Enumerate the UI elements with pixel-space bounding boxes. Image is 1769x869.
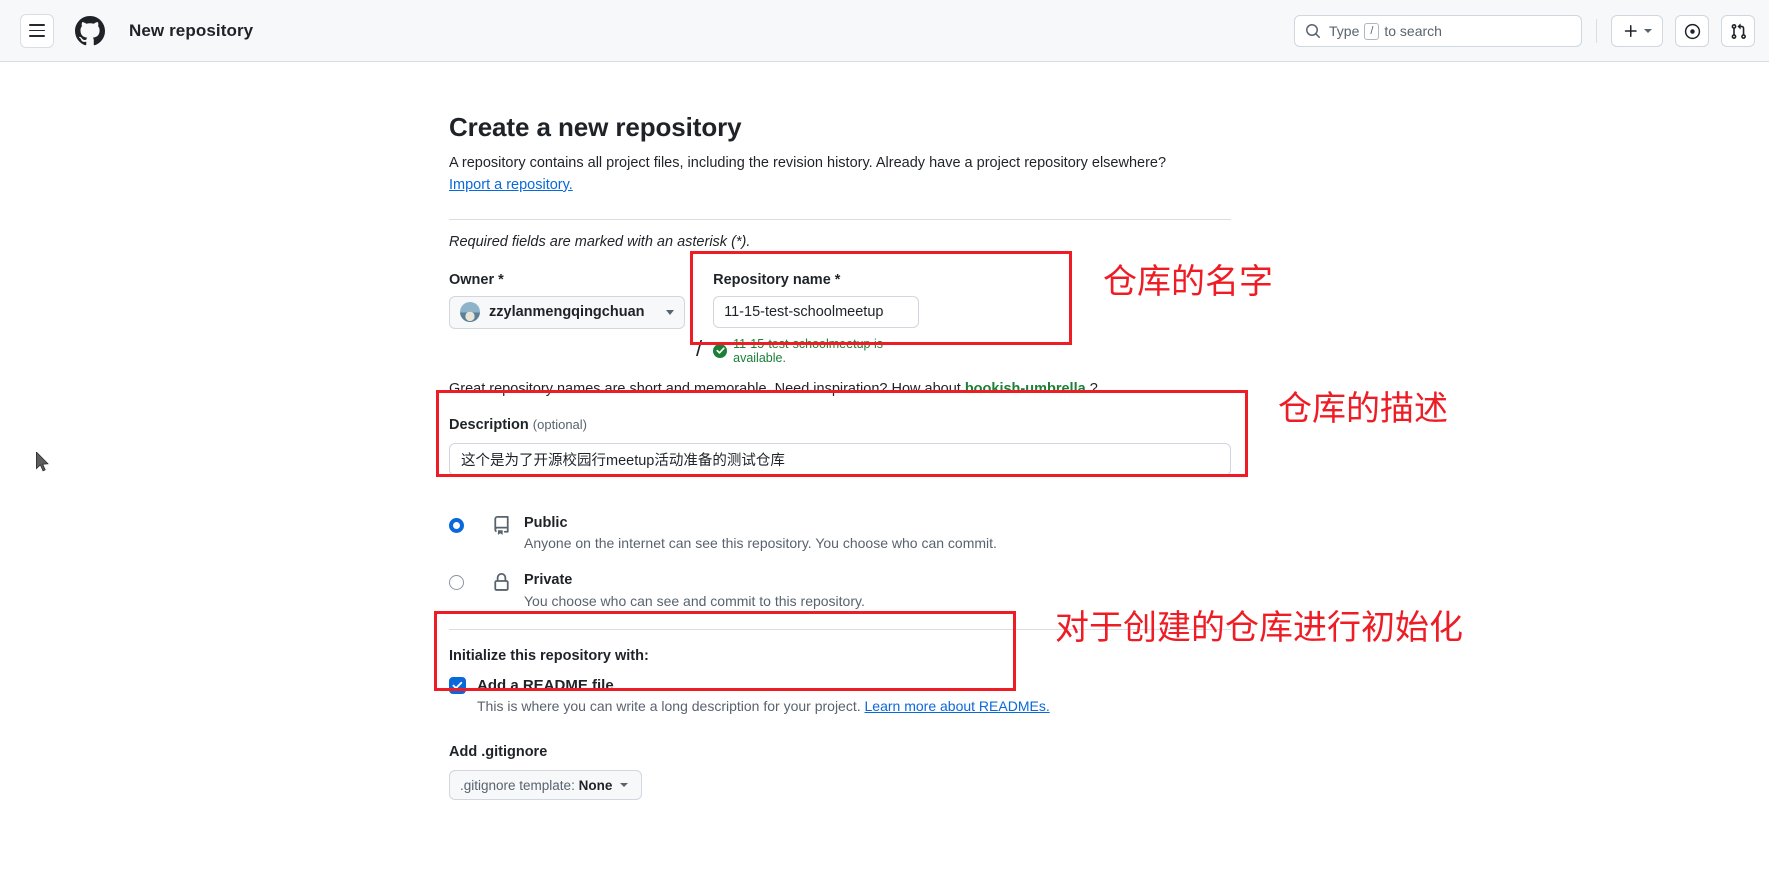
gitignore-template-select[interactable]: .gitignore template: None	[449, 770, 642, 801]
owner-select[interactable]: zzylanmengqingchuan	[449, 295, 685, 329]
visibility-public-desc: Anyone on the internet can see this repo…	[524, 535, 997, 552]
import-repository-link[interactable]: Import a repository.	[449, 177, 573, 193]
avatar	[460, 302, 480, 322]
radio-private[interactable]	[449, 575, 464, 591]
github-new-repository-page: New repository Type / to search Create a…	[0, 0, 1769, 869]
visibility-public-title: Public	[524, 514, 568, 531]
search-placeholder-prefix: Type	[1329, 23, 1360, 39]
suggested-name[interactable]: bookish-umbrella	[965, 381, 1086, 397]
repo-icon	[490, 514, 512, 535]
description-field: Description (optional) 这个是为了开源校园行meetup活…	[449, 417, 1231, 476]
readme-row[interactable]: Add a README file	[449, 677, 1231, 695]
issue-opened-icon	[1684, 23, 1700, 39]
description-label-text: Description	[449, 416, 529, 433]
initialize-section: Initialize this repository with: Add a R…	[449, 648, 1231, 714]
hint-suffix: ?	[1089, 380, 1098, 397]
owner-label: Owner *	[449, 271, 504, 288]
mouse-cursor	[36, 452, 49, 472]
chevron-down-icon	[1643, 29, 1652, 33]
visibility-options: Public Anyone on the internet can see th…	[449, 514, 1231, 609]
app-header: New repository Type / to search	[0, 0, 1769, 62]
issues-button[interactable]	[1675, 15, 1709, 47]
owner-value: zzylanmengqingchuan	[489, 304, 645, 320]
search-placeholder-suffix: to search	[1384, 23, 1442, 39]
repository-name-availability: 11-15-test-schoolmeetup is available.	[713, 337, 923, 365]
readme-description: This is where you can write a long descr…	[477, 698, 1231, 714]
repository-name-label: Repository name *	[713, 271, 841, 288]
header-divider	[1596, 19, 1597, 43]
owner-and-name-row: Owner * zzylanmengqingchuan / Repository…	[449, 272, 1231, 365]
pull-requests-button[interactable]	[1721, 15, 1755, 47]
readme-description-text: This is where you can write a long descr…	[477, 698, 861, 715]
readme-learn-more-link[interactable]: Learn more about READMEs.	[865, 698, 1050, 714]
annotation-label-description: 仓库的描述	[1278, 389, 1448, 429]
search-placeholder: Type / to search	[1329, 22, 1442, 40]
form-subtitle: A repository contains all project files,…	[449, 153, 1231, 197]
checkbox-add-readme[interactable]	[449, 677, 466, 695]
visibility-public-text: Public Anyone on the internet can see th…	[524, 514, 997, 552]
divider-2	[449, 629, 1231, 631]
description-input[interactable]: 这个是为了开源校园行meetup活动准备的测试仓库	[449, 442, 1231, 476]
initialize-label: Initialize this repository with:	[449, 648, 649, 665]
hamburger-menu-icon[interactable]	[20, 13, 54, 48]
chevron-down-icon	[666, 309, 674, 315]
visibility-option-private[interactable]: Private You choose who can see and commi…	[449, 571, 1231, 609]
plus-icon	[1624, 25, 1637, 37]
hint-prefix: Great repository names are short and mem…	[449, 380, 961, 397]
lock-icon	[490, 571, 512, 592]
required-fields-note: Required fields are marked with an aster…	[449, 233, 751, 250]
availability-text: 11-15-test-schoolmeetup is available.	[733, 336, 883, 365]
owner-name-separator: /	[696, 335, 703, 361]
owner-field: Owner * zzylanmengqingchuan	[449, 272, 685, 329]
create-new-button[interactable]	[1611, 15, 1663, 47]
chevron-down-icon	[620, 783, 629, 788]
visibility-private-text: Private You choose who can see and commi…	[524, 571, 865, 609]
gitignore-value: None	[578, 777, 613, 793]
search-slash-key: /	[1364, 22, 1380, 40]
visibility-private-title: Private	[524, 572, 573, 589]
header-actions: Type / to search	[1294, 0, 1769, 62]
gitignore-section: Add .gitignore .gitignore template: None	[449, 744, 1231, 801]
visibility-private-desc: You choose who can see and commit to thi…	[524, 593, 865, 610]
description-label: Description (optional)	[449, 417, 1231, 433]
check-circle-icon	[713, 343, 728, 358]
github-logo-icon[interactable]	[73, 14, 107, 48]
gitignore-select-text: .gitignore template: None	[460, 778, 612, 793]
gitignore-prefix: .gitignore template:	[460, 777, 575, 793]
form-heading: Create a new repository	[449, 112, 742, 142]
repository-name-hint: Great repository names are short and mem…	[449, 381, 1231, 397]
gitignore-label: Add .gitignore	[449, 744, 548, 761]
search-input[interactable]: Type / to search	[1294, 15, 1582, 47]
repository-name-input[interactable]: 11-15-test-schoolmeetup	[713, 295, 920, 328]
description-optional-text: (optional)	[532, 416, 587, 432]
page-title: New repository	[129, 20, 254, 40]
visibility-option-public[interactable]: Public Anyone on the internet can see th…	[449, 514, 1231, 552]
readme-label: Add a README file	[477, 677, 614, 695]
create-repository-form: Create a new repository A repository con…	[449, 112, 1231, 801]
repository-name-field: Repository name * 11-15-test-schoolmeetu…	[713, 272, 923, 365]
search-icon	[1306, 24, 1320, 38]
git-pull-request-icon	[1731, 23, 1746, 39]
radio-public[interactable]	[449, 517, 464, 533]
divider	[449, 218, 1231, 220]
form-subtitle-text: A repository contains all project files,…	[449, 155, 1167, 171]
